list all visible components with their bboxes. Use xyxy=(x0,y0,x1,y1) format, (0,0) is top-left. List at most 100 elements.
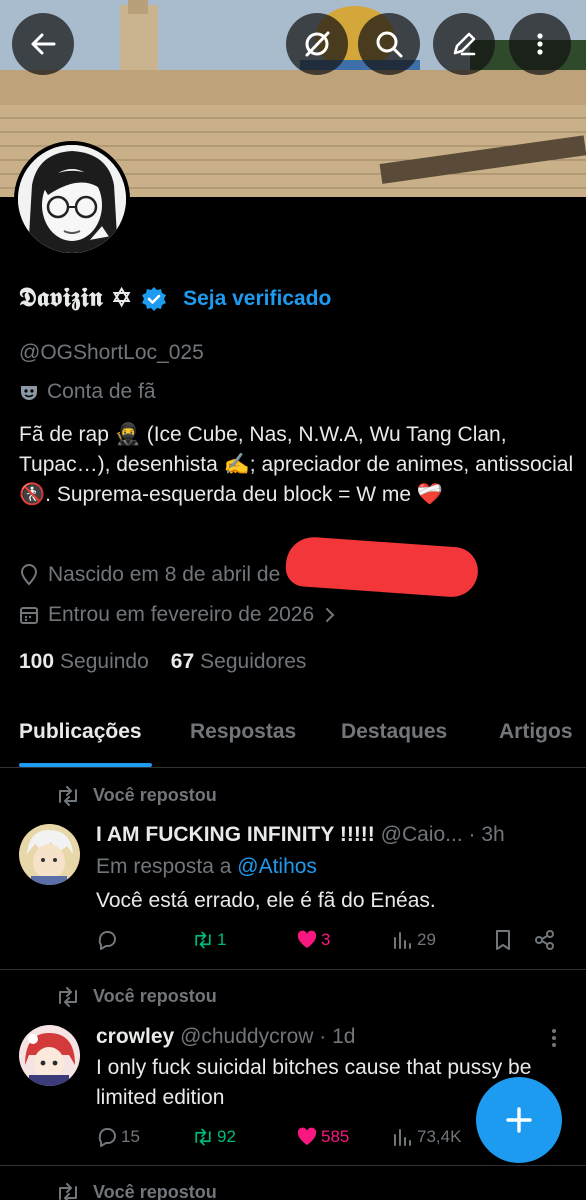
profile-avatar[interactable] xyxy=(14,141,130,257)
calendar-icon xyxy=(20,607,38,624)
repost-label: Você repostou xyxy=(93,1182,217,1200)
active-tab-indicator xyxy=(19,763,152,767)
author-handle: @chuddycrow xyxy=(180,1025,314,1048)
repost-icon xyxy=(59,986,77,1007)
repost-label: Você repostou xyxy=(93,986,217,1006)
following-label: Seguindo xyxy=(60,650,149,673)
search-button[interactable] xyxy=(358,13,420,75)
following-link[interactable]: 100 Seguindo xyxy=(19,650,149,674)
location-pin-icon xyxy=(20,564,38,586)
post-header: I AM FUCKING INFINITY !!!!! @Caio... · 3… xyxy=(96,823,505,847)
bookmark-button[interactable] xyxy=(492,929,514,951)
view-count: 73,4K xyxy=(417,1127,462,1146)
avatar-image xyxy=(18,145,126,253)
birth-date-text: Nascido em 8 de abril de xyxy=(48,563,281,586)
plus-icon xyxy=(506,1107,532,1133)
redaction-scribble xyxy=(284,535,480,599)
repost-label: Você repostou xyxy=(93,785,217,805)
reply-button[interactable] xyxy=(96,929,121,951)
follow-stats: 100 Seguindo 67 Seguidores xyxy=(19,650,306,674)
bio: Fã de rap 🥷 (Ice Cube, Nas, N.W.A, Wu Ta… xyxy=(19,423,574,506)
repost-indicator: Você repostou xyxy=(55,785,217,806)
arrow-left-icon xyxy=(31,33,56,55)
grok-icon xyxy=(305,31,330,57)
repost-icon xyxy=(59,1182,77,1200)
author-name[interactable]: I AM FUCKING INFINITY !!!!! xyxy=(96,823,375,846)
post-item[interactable]: Você repostou xyxy=(0,1166,586,1200)
tab-highlights[interactable]: Destaques xyxy=(341,720,447,744)
profile-tabs: Publicações Respostas Destaques Artigos xyxy=(0,712,586,768)
repost-button[interactable]: 92 xyxy=(192,1126,236,1148)
views-button[interactable]: 29 xyxy=(392,929,436,951)
share-button[interactable] xyxy=(534,929,556,951)
dot xyxy=(552,1043,556,1047)
heart-filled-icon xyxy=(297,1127,317,1145)
repost-icon xyxy=(195,931,211,949)
followers-label: Seguidores xyxy=(200,650,307,673)
author-handle: @Caio... xyxy=(380,823,463,846)
repost-indicator: Você repostou xyxy=(55,986,217,1007)
more-options-button[interactable] xyxy=(509,13,571,75)
get-verified-link[interactable]: Seja verificado xyxy=(183,287,331,311)
post-actions: 1 3 29 xyxy=(96,929,566,957)
views-button[interactable]: 73,4K xyxy=(392,1126,461,1148)
repost-button[interactable]: 1 xyxy=(192,929,226,951)
birth-date: Nascido em 8 de abril de xyxy=(19,563,280,587)
views-icon xyxy=(394,1129,411,1146)
verified-badge-icon xyxy=(142,286,167,311)
repost-count: 92 xyxy=(217,1127,236,1146)
avatar-image xyxy=(19,824,80,885)
reply-button[interactable]: 15 xyxy=(96,1126,140,1148)
reply-icon xyxy=(98,1128,116,1147)
back-button[interactable] xyxy=(12,13,74,75)
join-date-text: Entrou em fevereiro de 2026 xyxy=(48,603,315,626)
avatar-image xyxy=(19,1025,80,1086)
reply-icon xyxy=(98,931,116,950)
edit-pencil-icon xyxy=(453,32,476,56)
repost-count: 1 xyxy=(217,930,227,949)
grok-button[interactable] xyxy=(286,13,348,75)
mask-icon xyxy=(21,386,37,400)
repost-icon xyxy=(59,785,77,806)
post-time: · 3h xyxy=(468,823,505,846)
join-date[interactable]: Entrou em fevereiro de 2026 xyxy=(19,603,337,627)
post-more-button[interactable] xyxy=(552,1029,558,1047)
share-icon xyxy=(535,930,554,950)
repost-indicator: Você repostou xyxy=(55,1182,217,1200)
like-button[interactable]: 3 xyxy=(296,929,330,951)
compose-button[interactable] xyxy=(476,1077,562,1163)
like-count: 585 xyxy=(321,1127,350,1146)
display-name: 𝕯𝖆𝖛𝖎𝖟𝖎𝖓 ✡ xyxy=(19,283,132,313)
reply-count: 15 xyxy=(121,1127,140,1146)
repost-icon xyxy=(195,1128,211,1146)
like-count: 3 xyxy=(321,930,331,949)
edit-profile-button[interactable] xyxy=(433,13,495,75)
account-category: Conta de fã xyxy=(19,380,156,404)
view-count: 29 xyxy=(417,930,436,949)
followers-link[interactable]: 67 Seguidores xyxy=(171,650,307,674)
following-count: 100 xyxy=(19,650,55,673)
dot xyxy=(552,1029,556,1033)
post-text: Você está errado, ele é fã do Enéas. xyxy=(96,889,436,912)
search-icon xyxy=(376,31,403,58)
tab-replies[interactable]: Respostas xyxy=(190,720,296,744)
reply-context: Em resposta a @Atihos xyxy=(96,855,317,879)
user-handle: @OGShortLoc_025 xyxy=(19,341,204,364)
post-author-avatar[interactable] xyxy=(19,824,80,885)
dot xyxy=(552,1036,556,1040)
post-item[interactable]: Você repostou I AM FUCKING INFINITY !!!!… xyxy=(0,769,586,970)
tab-articles[interactable]: Artigos xyxy=(499,720,573,744)
heart-filled-icon xyxy=(297,930,317,948)
category-label: Conta de fã xyxy=(47,380,156,403)
bookmark-icon xyxy=(496,930,510,950)
tab-posts[interactable]: Publicações xyxy=(19,720,142,744)
author-name[interactable]: crowley xyxy=(96,1025,174,1048)
post-author-avatar[interactable] xyxy=(19,1025,80,1086)
reply-to-handle[interactable]: @Atihos xyxy=(237,855,317,878)
followers-count: 67 xyxy=(170,650,195,673)
post-time: · 1d xyxy=(319,1025,356,1048)
post-header: crowley @chuddycrow · 1d xyxy=(96,1025,355,1049)
name-row: 𝕯𝖆𝖛𝖎𝖟𝖎𝖓 ✡ Seja verificado xyxy=(19,283,331,314)
chevron-right-icon xyxy=(326,608,335,622)
like-button[interactable]: 585 xyxy=(296,1126,349,1148)
